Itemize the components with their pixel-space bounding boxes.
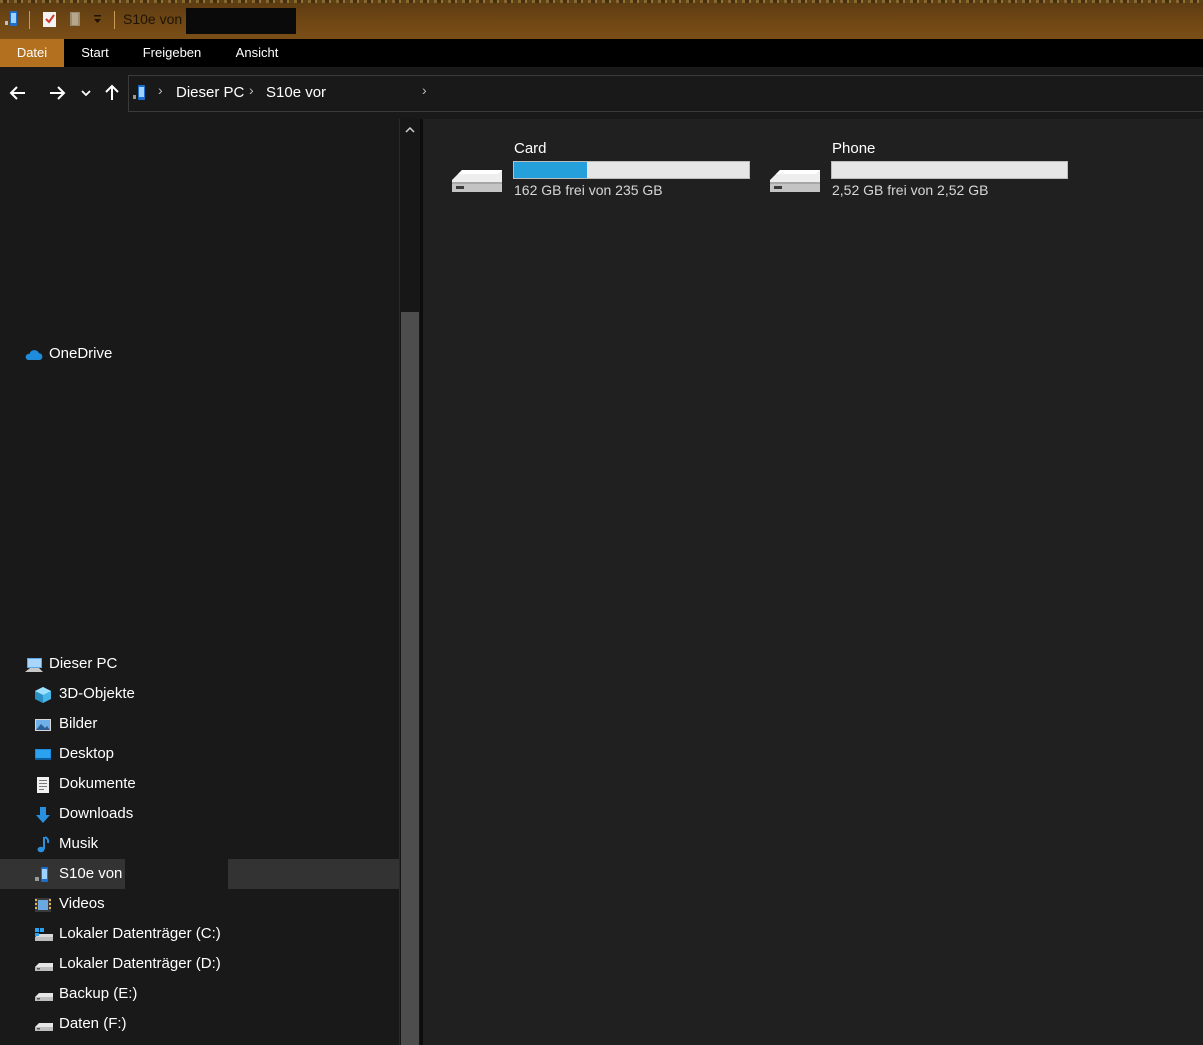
breadcrumb-separator-icon[interactable]: › bbox=[422, 82, 427, 98]
sidebar-item-label: S10e von bbox=[59, 865, 123, 882]
ribbon-tabs: Datei Start Freigeben Ansicht bbox=[0, 39, 1203, 67]
drive-icon bbox=[34, 985, 53, 1003]
sidebar-item-musik[interactable]: Musik bbox=[34, 829, 234, 859]
breadcrumb-device[interactable]: S10e vor bbox=[266, 84, 326, 101]
back-button[interactable] bbox=[5, 80, 31, 106]
computer-icon bbox=[24, 655, 43, 673]
system-drive-icon bbox=[34, 925, 53, 943]
phone-device-icon bbox=[34, 865, 52, 883]
drive-free-space: 2,52 GB frei von 2,52 GB bbox=[832, 182, 989, 198]
phone-device-icon bbox=[132, 84, 148, 105]
sidebar-item-label: OneDrive bbox=[49, 345, 113, 362]
drive-icon bbox=[768, 166, 822, 199]
recent-locations-button[interactable] bbox=[74, 80, 98, 106]
sidebar-item-label: Lokaler Datenträger (C:) bbox=[59, 925, 221, 942]
drive-usage-bar bbox=[513, 161, 750, 179]
sidebar-item-drive-f[interactable]: Daten (F:) bbox=[34, 1009, 234, 1039]
navigation-pane-scrollbar[interactable] bbox=[399, 119, 420, 1045]
window-title: S10e von bbox=[123, 11, 183, 27]
tab-start[interactable]: Start bbox=[66, 39, 124, 67]
sidebar-item-label: Lokaler Datenträger (D:) bbox=[59, 955, 221, 972]
sidebar-item-bilder[interactable]: Bilder bbox=[34, 709, 234, 739]
tab-freigeben[interactable]: Freigeben bbox=[130, 39, 214, 67]
sidebar-item-drive-d[interactable]: Lokaler Datenträger (D:) bbox=[34, 949, 254, 979]
breadcrumb-dieser-pc[interactable]: Dieser PC bbox=[176, 84, 244, 101]
sidebar-item-label: Videos bbox=[59, 895, 105, 912]
drive-tile-phone[interactable]: Phone 2,52 GB frei von 2,52 GB bbox=[741, 128, 1071, 198]
properties-checkmark-icon[interactable] bbox=[42, 10, 58, 31]
new-folder-icon[interactable] bbox=[68, 10, 84, 31]
sidebar-item-label: Downloads bbox=[59, 805, 134, 822]
scrollbar-thumb[interactable] bbox=[401, 312, 419, 1045]
sidebar-item-dokumente[interactable]: Dokumente bbox=[34, 769, 234, 799]
drive-usage-fill bbox=[514, 162, 587, 178]
up-arrow-icon bbox=[105, 84, 119, 100]
sidebar-item-s10e[interactable]: S10e von bbox=[0, 859, 125, 889]
sidebar-item-label: Desktop bbox=[59, 745, 115, 762]
sidebar-item-downloads[interactable]: Downloads bbox=[34, 799, 234, 829]
sidebar-item-label: Daten (F:) bbox=[59, 1015, 127, 1032]
sidebar-item-onedrive[interactable]: OneDrive bbox=[24, 339, 224, 369]
3d-objects-icon bbox=[34, 685, 52, 703]
sidebar-item-videos[interactable]: Videos bbox=[34, 889, 234, 919]
sidebar-item-dieser-pc[interactable]: Dieser PC bbox=[24, 649, 224, 679]
selection-highlight bbox=[228, 859, 399, 889]
customize-quick-access-icon[interactable] bbox=[93, 12, 103, 29]
title-bar-texture bbox=[0, 0, 1203, 3]
downloads-icon bbox=[34, 805, 52, 823]
address-bar[interactable]: › Dieser PC › S10e vor › bbox=[128, 75, 1203, 112]
scroll-up-arrow-icon[interactable] bbox=[405, 123, 415, 137]
phone-device-icon[interactable] bbox=[4, 10, 20, 31]
sidebar-item-label: Dieser PC bbox=[49, 655, 118, 672]
up-button[interactable] bbox=[99, 80, 125, 106]
forward-arrow-icon bbox=[50, 86, 66, 100]
documents-icon bbox=[34, 775, 52, 793]
drive-icon bbox=[34, 1015, 53, 1033]
navigation-pane: OneDrive Dieser PC 3D-Objekte Bilder Des… bbox=[0, 119, 399, 1045]
back-arrow-icon bbox=[9, 86, 25, 100]
onedrive-cloud-icon bbox=[24, 345, 43, 363]
drive-name: Card bbox=[514, 140, 547, 157]
breadcrumb-separator-icon[interactable]: › bbox=[249, 82, 254, 98]
drive-icon bbox=[34, 955, 53, 973]
desktop-icon bbox=[34, 745, 52, 763]
title-bar-separator bbox=[29, 11, 30, 29]
videos-icon bbox=[34, 895, 52, 913]
forward-button[interactable] bbox=[44, 80, 70, 106]
sidebar-item-label: Musik bbox=[59, 835, 99, 852]
tab-ansicht[interactable]: Ansicht bbox=[222, 39, 292, 67]
redacted-region bbox=[186, 8, 296, 34]
content-pane: Card 162 GB frei von 235 GB Phone 2,52 G… bbox=[423, 119, 1203, 1045]
sidebar-item-desktop[interactable]: Desktop bbox=[34, 739, 234, 769]
pictures-icon bbox=[34, 715, 52, 733]
sidebar-item-label: Dokumente bbox=[59, 775, 136, 792]
sidebar-item-label: Backup (E:) bbox=[59, 985, 138, 1002]
tab-datei[interactable]: Datei bbox=[0, 39, 64, 67]
sidebar-item-label: Bilder bbox=[59, 715, 98, 732]
drive-tile-card[interactable]: Card 162 GB frei von 235 GB bbox=[423, 128, 753, 198]
drive-usage-bar bbox=[831, 161, 1068, 179]
navigation-bar: › Dieser PC › S10e vor › bbox=[0, 67, 1203, 119]
title-bar-separator bbox=[114, 11, 115, 29]
sidebar-item-label: 3D-Objekte bbox=[59, 685, 135, 702]
sidebar-item-drive-e[interactable]: Backup (E:) bbox=[34, 979, 234, 1009]
breadcrumb-separator-icon[interactable]: › bbox=[158, 82, 163, 98]
drive-name: Phone bbox=[832, 140, 876, 157]
title-bar: S10e von bbox=[0, 0, 1203, 39]
music-icon bbox=[34, 835, 52, 853]
chevron-down-icon bbox=[81, 90, 91, 97]
sidebar-item-3d-objekte[interactable]: 3D-Objekte bbox=[34, 679, 234, 709]
sidebar-item-drive-c[interactable]: Lokaler Datenträger (C:) bbox=[34, 919, 234, 949]
drive-free-space: 162 GB frei von 235 GB bbox=[514, 182, 663, 198]
drive-icon bbox=[450, 166, 504, 199]
